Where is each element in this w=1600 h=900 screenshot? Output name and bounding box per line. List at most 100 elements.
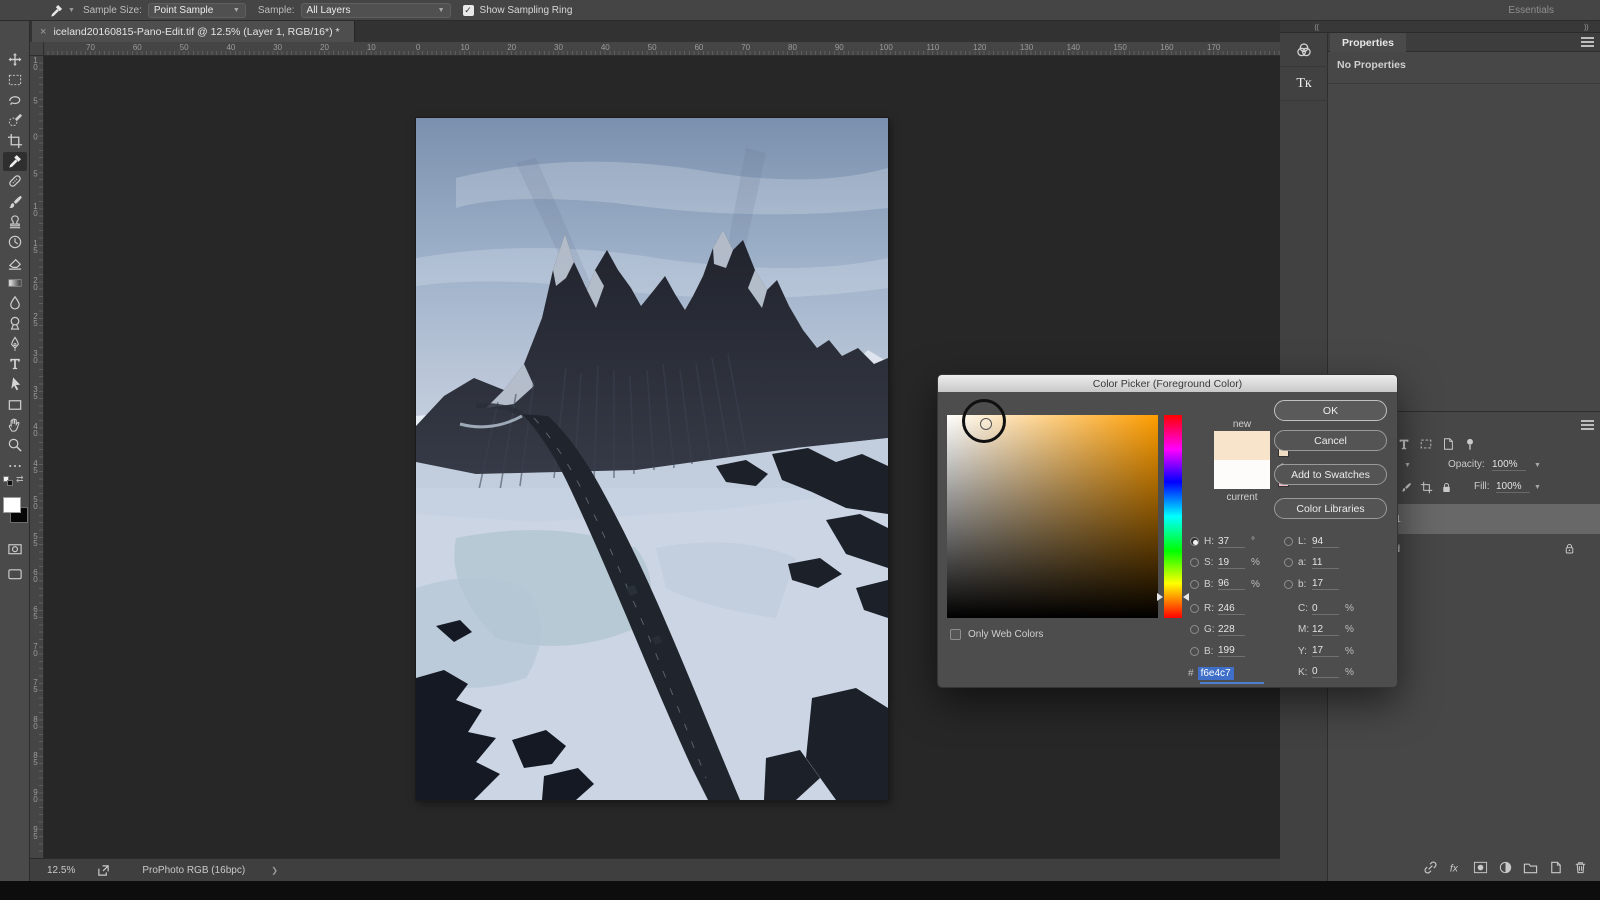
- new-adjustment-layer-icon[interactable]: [1498, 860, 1513, 875]
- tool-marquee[interactable]: [3, 70, 27, 89]
- document-profile[interactable]: ProPhoto RGB (16bpc): [142, 865, 245, 876]
- radio-a[interactable]: [1284, 558, 1293, 567]
- field-value[interactable]: 94: [1312, 536, 1339, 548]
- opacity-value[interactable]: 100%: [1492, 459, 1526, 471]
- ok-button[interactable]: OK: [1274, 400, 1387, 421]
- close-tab-icon[interactable]: ×: [40, 26, 46, 38]
- filter-shape-icon[interactable]: [1419, 437, 1433, 451]
- horizontal-ruler[interactable]: 7060504030201001020304050607080901001101…: [44, 42, 1280, 56]
- tool-shape-rect[interactable]: [3, 395, 27, 414]
- layer-locked-icon[interactable]: [1563, 542, 1576, 555]
- vertical-ruler[interactable]: 1 05051 01 52 02 53 03 54 04 55 05 56 06…: [30, 56, 44, 858]
- radio-b[interactable]: [1190, 647, 1199, 656]
- layer-style-fx-icon[interactable]: fx: [1448, 860, 1463, 875]
- tool-dodge[interactable]: [3, 314, 27, 333]
- tool-eraser[interactable]: [3, 253, 27, 272]
- field-value[interactable]: 199: [1218, 645, 1245, 657]
- hue-slider-handle-right[interactable]: [1183, 593, 1189, 601]
- sample-size-dropdown[interactable]: Point Sample▼: [148, 3, 246, 18]
- tool-gradient[interactable]: [3, 273, 27, 292]
- tool-quick-mask[interactable]: [3, 539, 27, 558]
- blend-mode-chevron-icon[interactable]: ▼: [1404, 462, 1411, 469]
- tool-move[interactable]: [3, 50, 27, 69]
- tool-clone-stamp[interactable]: [3, 212, 27, 231]
- cancel-button[interactable]: Cancel: [1274, 430, 1387, 451]
- tool-ellipsis[interactable]: [3, 456, 27, 475]
- hue-slider-handle-left[interactable]: [1157, 593, 1163, 601]
- zoom-level-field[interactable]: 12.5%: [47, 865, 75, 876]
- add-layer-mask-icon[interactable]: [1473, 860, 1488, 875]
- tool-pen[interactable]: [3, 334, 27, 353]
- eyedropper-tool-preset-icon[interactable]: [46, 2, 66, 18]
- opacity-chevron-icon[interactable]: ▼: [1534, 462, 1541, 469]
- sample-dropdown[interactable]: All Layers▼: [301, 3, 451, 18]
- field-value[interactable]: 37: [1218, 536, 1245, 548]
- document-image[interactable]: [416, 118, 888, 800]
- field-value[interactable]: 12: [1312, 624, 1339, 636]
- tool-blur[interactable]: [3, 294, 27, 313]
- radio-g[interactable]: [1190, 625, 1199, 634]
- layers-panel-menu-icon[interactable]: [1581, 420, 1594, 430]
- tool-brush[interactable]: [3, 192, 27, 211]
- tk-panel-icon[interactable]: Tк: [1280, 67, 1328, 101]
- color-libraries-button[interactable]: Color Libraries: [1274, 498, 1387, 519]
- radio-b[interactable]: [1284, 580, 1293, 589]
- tool-quick-select[interactable]: [3, 111, 27, 130]
- fill-chevron-icon[interactable]: ▼: [1534, 484, 1541, 491]
- workspace-switcher[interactable]: Essentials: [1500, 3, 1562, 18]
- document-tab[interactable]: × iceland20160815-Pano-Edit.tif @ 12.5% …: [32, 21, 355, 42]
- hex-input[interactable]: f6e4c7: [1198, 667, 1234, 680]
- field-value[interactable]: 17: [1312, 578, 1339, 590]
- saturation-brightness-field[interactable]: [947, 415, 1158, 618]
- share-icon[interactable]: [97, 864, 110, 877]
- tool-eyedropper[interactable]: [3, 152, 27, 171]
- delete-layer-icon[interactable]: [1573, 860, 1588, 875]
- color-wheel-panel-icon[interactable]: [1280, 33, 1328, 67]
- link-layers-icon[interactable]: [1423, 860, 1438, 875]
- tool-crop[interactable]: [3, 131, 27, 150]
- lock-position-icon[interactable]: [1420, 481, 1433, 494]
- field-value[interactable]: 246: [1218, 603, 1245, 615]
- field-value[interactable]: 11: [1312, 557, 1339, 569]
- new-group-icon[interactable]: [1523, 860, 1538, 875]
- radio-b[interactable]: [1190, 580, 1199, 589]
- radio-l[interactable]: [1284, 537, 1293, 546]
- radio-h[interactable]: [1190, 537, 1199, 546]
- lock-image-icon[interactable]: [1400, 481, 1413, 494]
- foreground-color-swatch[interactable]: [3, 497, 21, 513]
- tool-lasso[interactable]: [3, 91, 27, 110]
- tool-path-select[interactable]: [3, 375, 27, 394]
- fill-value[interactable]: 100%: [1496, 481, 1530, 493]
- tool-history-brush[interactable]: [3, 233, 27, 252]
- hue-slider[interactable]: [1164, 415, 1182, 618]
- lock-all-icon[interactable]: [1440, 481, 1453, 494]
- tab-properties[interactable]: Properties: [1330, 33, 1406, 52]
- radio-s[interactable]: [1190, 558, 1199, 567]
- current-color-swatch[interactable]: [1214, 460, 1270, 489]
- panel-menu-icon[interactable]: [1581, 37, 1594, 47]
- new-layer-icon[interactable]: [1548, 860, 1563, 875]
- collapse-panels-icon[interactable]: ⟨⟨: [1314, 23, 1318, 32]
- field-value[interactable]: 19: [1218, 557, 1245, 569]
- expand-panels-icon[interactable]: ⟩⟩: [1584, 23, 1588, 32]
- tool-zoom[interactable]: [3, 436, 27, 455]
- add-to-swatches-button[interactable]: Add to Swatches: [1274, 464, 1387, 485]
- color-picker-cursor[interactable]: [980, 418, 992, 430]
- tool-screen-mode[interactable]: [3, 564, 27, 583]
- filter-type-icon[interactable]: [1397, 437, 1411, 451]
- field-value[interactable]: 0: [1312, 603, 1339, 615]
- tool-hand[interactable]: [3, 415, 27, 434]
- field-value[interactable]: 228: [1218, 624, 1245, 636]
- filter-pin-icon[interactable]: [1463, 437, 1477, 451]
- dialog-title-bar[interactable]: Color Picker (Foreground Color): [938, 375, 1397, 392]
- radio-r[interactable]: [1190, 604, 1199, 613]
- only-web-colors-checkbox[interactable]: [950, 629, 961, 640]
- status-chevron-icon[interactable]: ❯: [271, 866, 278, 875]
- show-sampling-ring-checkbox[interactable]: ✓: [463, 5, 474, 16]
- swap-colors-icon[interactable]: ⇄: [16, 474, 24, 485]
- tool-healing[interactable]: [3, 172, 27, 191]
- chevron-down-icon[interactable]: ▼: [68, 7, 75, 14]
- tool-type[interactable]: [3, 355, 27, 374]
- field-value[interactable]: 0: [1312, 666, 1339, 678]
- filter-smart-object-icon[interactable]: [1441, 437, 1455, 451]
